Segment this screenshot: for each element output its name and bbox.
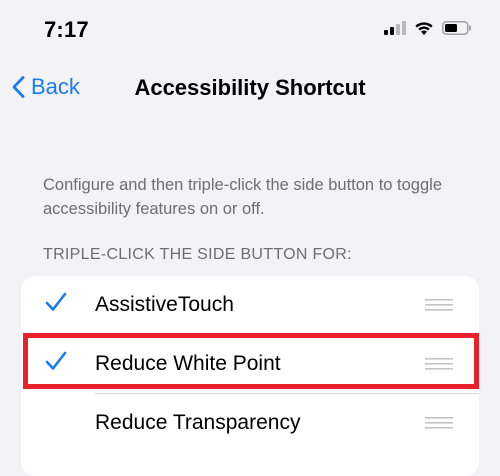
list-item-label: AssistiveTouch	[95, 293, 234, 316]
shortcut-list: AssistiveTouch Reduce White Point Reduce…	[21, 276, 479, 476]
list-item-reduce-transparency[interactable]: Reduce Transparency	[21, 394, 479, 452]
list-item-label: Reduce White Point	[95, 352, 281, 375]
description-text: Configure and then triple-click the side…	[43, 176, 442, 218]
list-item-reduce-white-point[interactable]: Reduce White Point	[21, 335, 479, 393]
reorder-handle-icon[interactable]	[425, 416, 453, 430]
reorder-handle-icon[interactable]	[425, 298, 453, 312]
cellular-signal-icon	[384, 20, 406, 35]
checkmark-icon	[45, 351, 67, 370]
battery-icon	[442, 20, 471, 35]
checkmark-icon	[45, 292, 67, 311]
status-time: 7:17	[44, 17, 89, 42]
section-header: TRIPLE-CLICK THE SIDE BUTTON FOR:	[43, 246, 352, 263]
page-title: Accessibility Shortcut	[134, 75, 366, 100]
list-item-assistivetouch[interactable]: AssistiveTouch	[21, 276, 479, 334]
reorder-handle-icon[interactable]	[425, 357, 453, 371]
list-item-label: Reduce Transparency	[95, 411, 301, 434]
status-icons	[384, 20, 472, 35]
wifi-icon	[415, 22, 433, 35]
status-bar: 7:17	[0, 0, 500, 60]
navigation-bar: Back Accessibility Shortcut	[0, 66, 500, 110]
